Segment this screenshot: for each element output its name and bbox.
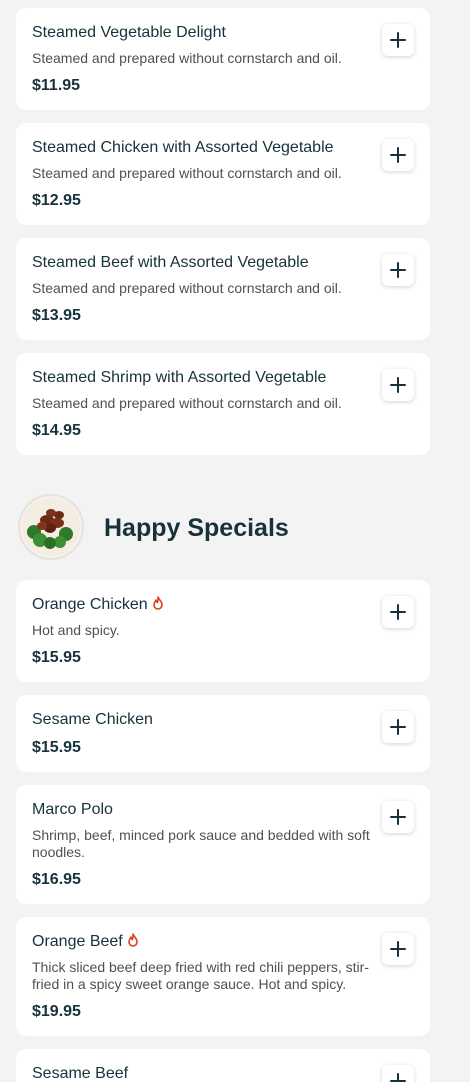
item-description: Steamed and prepared without cornstarch … [32, 50, 342, 66]
item-price: $13.95 [32, 307, 81, 324]
menu-item-card[interactable]: Steamed Chicken with Assorted Vegetable … [16, 123, 430, 225]
plus-icon [390, 941, 406, 957]
section-title: Happy Specials [104, 514, 289, 542]
dish-illustration [22, 498, 80, 556]
add-item-button[interactable] [382, 596, 414, 628]
add-item-button[interactable] [382, 801, 414, 833]
menu-item-card[interactable]: Steamed Vegetable Delight Steamed and pr… [16, 8, 430, 110]
menu-item-card[interactable]: Marco Polo Shrimp, beef, minced pork sau… [16, 785, 430, 904]
item-description: Shrimp, beef, minced pork sauce and bedd… [32, 827, 370, 860]
flame-icon [152, 596, 163, 610]
item-name: Marco Polo [32, 801, 113, 818]
section-header-happy-specials: Happy Specials [18, 494, 438, 562]
item-price: $12.95 [32, 192, 81, 209]
add-item-button[interactable] [382, 1065, 414, 1082]
item-name-text: Orange Beef [32, 933, 123, 950]
plus-icon [390, 604, 406, 620]
plus-icon [390, 147, 406, 163]
item-name: Orange Beef [32, 933, 139, 951]
plus-icon [390, 262, 406, 278]
item-price: $19.95 [32, 1003, 81, 1020]
item-price: $16.95 [32, 871, 81, 888]
menu-item-card[interactable]: Steamed Beef with Assorted Vegetable Ste… [16, 238, 430, 340]
menu-item-card[interactable]: Sesame Chicken $15.95 [16, 695, 430, 772]
flame-icon [127, 933, 138, 947]
menu-item-card[interactable]: Orange Chicken Hot and spicy. $15.95 [16, 580, 430, 682]
menu-item-card[interactable]: Sesame Beef [16, 1049, 430, 1082]
item-name: Steamed Beef with Assorted Vegetable [32, 254, 309, 271]
item-name-text: Orange Chicken [32, 596, 148, 613]
plus-icon [390, 719, 406, 735]
add-item-button[interactable] [382, 24, 414, 56]
menu-item-card[interactable]: Orange Beef Thick sliced beef deep fried… [16, 917, 430, 1036]
plus-icon [390, 377, 406, 393]
item-description: Steamed and prepared without cornstarch … [32, 395, 342, 411]
item-name: Sesame Beef [32, 1065, 129, 1082]
item-description: Steamed and prepared without cornstarch … [32, 280, 342, 296]
item-price: $15.95 [32, 649, 81, 666]
item-name: Steamed Shrimp with Assorted Vegetable [32, 369, 327, 386]
add-item-button[interactable] [382, 711, 414, 743]
plus-icon [390, 1073, 406, 1082]
item-price: $14.95 [32, 422, 81, 439]
menu-item-card[interactable]: Steamed Shrimp with Assorted Vegetable S… [16, 353, 430, 455]
item-description: Hot and spicy. [32, 622, 120, 638]
add-item-button[interactable] [382, 369, 414, 401]
item-description: Steamed and prepared without cornstarch … [32, 165, 342, 181]
add-item-button[interactable] [382, 139, 414, 171]
item-description: Thick sliced beef deep fried with red ch… [32, 959, 369, 992]
item-name: Steamed Chicken with Assorted Vegetable [32, 139, 334, 156]
section-dish-image [18, 494, 84, 560]
item-name: Orange Chicken [32, 596, 164, 614]
item-name: Steamed Vegetable Delight [32, 24, 226, 41]
plus-icon [390, 809, 406, 825]
add-item-button[interactable] [382, 933, 414, 965]
plus-icon [390, 32, 406, 48]
item-price: $15.95 [32, 739, 81, 756]
add-item-button[interactable] [382, 254, 414, 286]
item-price: $11.95 [32, 77, 81, 94]
item-name: Sesame Chicken [32, 711, 153, 728]
